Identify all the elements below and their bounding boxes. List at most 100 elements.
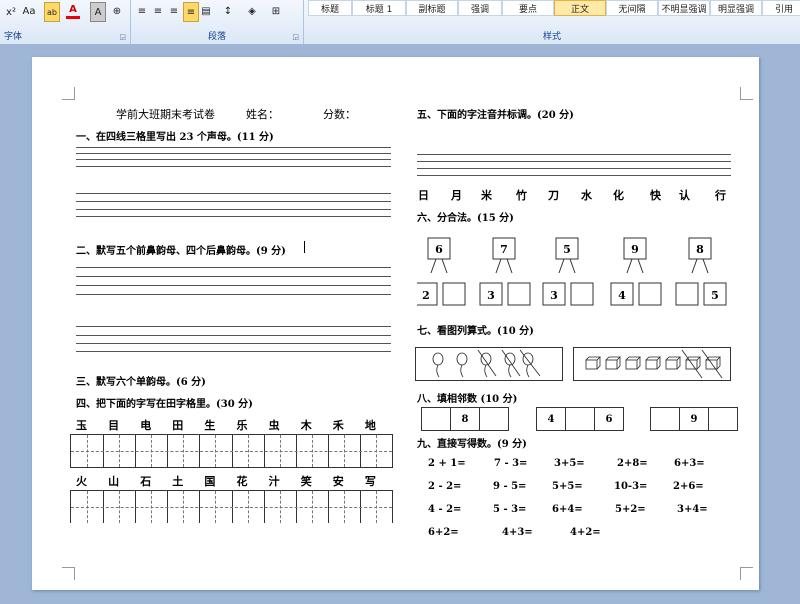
cubes-icon (585, 349, 723, 379)
style-8[interactable]: 明显强调 (710, 0, 762, 16)
style-5[interactable]: 正文 (554, 0, 606, 16)
part-number-left: 2 (422, 289, 430, 302)
decomposition-diagram: 6 2 7 3 5 3 9 4 8 5 (417, 237, 727, 306)
arithmetic-problem: 4+2= (570, 527, 601, 538)
part-box-right[interactable] (570, 282, 594, 306)
pinyin-char: 水 (581, 189, 592, 202)
neighbor-box[interactable]: 6 (594, 407, 624, 431)
neighbor-box[interactable]: 4 (536, 407, 566, 431)
four-line-grid[interactable] (417, 154, 731, 176)
tianzi-char: 安 (332, 475, 344, 488)
part-box-right[interactable] (638, 282, 662, 306)
arithmetic-problem: 3+5= (554, 458, 585, 469)
pinyin-char: 认 (679, 189, 690, 202)
whole-number: 8 (696, 243, 704, 256)
balloons-icon (432, 349, 541, 378)
font-dialog-launcher-icon[interactable]: ◲ (119, 33, 126, 41)
tianzi-char: 花 (236, 475, 248, 488)
arithmetic-problem: 5 - 3= (493, 504, 527, 515)
highlight-button[interactable]: ab (44, 2, 60, 22)
enclose-char-icon[interactable]: ⊕ (110, 2, 124, 20)
neighbor-box[interactable]: 8 (450, 407, 480, 431)
align-center-icon[interactable]: ≡ (151, 2, 165, 20)
style-3[interactable]: 强调 (458, 0, 502, 16)
shading-icon[interactable]: ◈ (243, 2, 261, 20)
style-0[interactable]: 标题 (308, 0, 352, 16)
neighbor-box[interactable] (421, 407, 451, 431)
branch-line (691, 258, 698, 274)
crop-mark (62, 87, 75, 100)
justify-icon[interactable]: ≡ (183, 2, 199, 22)
part-number-left: 4 (618, 289, 626, 302)
arithmetic-problem: 7 - 3= (494, 458, 528, 469)
style-1[interactable]: 标题 1 (352, 0, 406, 16)
tianzi-char: 木 (300, 419, 312, 432)
tianzi-char: 汁 (268, 475, 280, 488)
cube-shape (645, 356, 661, 370)
neighbor-box[interactable] (708, 407, 738, 431)
tianzi-char: 写 (364, 475, 376, 488)
style-4[interactable]: 要点 (502, 0, 554, 16)
pinyin-char: 化 (613, 189, 624, 202)
cube-shape (665, 356, 681, 370)
four-line-grid[interactable] (76, 147, 391, 167)
neighbor-box[interactable]: 9 (679, 407, 709, 431)
whole-number: 7 (500, 243, 508, 256)
branch-line (558, 258, 565, 274)
four-line-grid[interactable] (76, 193, 391, 217)
line-spacing-icon[interactable]: ↕ (219, 2, 237, 20)
neighbor-box[interactable] (565, 407, 595, 431)
branch-line (441, 258, 448, 274)
cube-shape (605, 356, 621, 370)
style-9[interactable]: 引用 (762, 0, 800, 16)
paragraph-dialog-launcher-icon[interactable]: ◲ (292, 33, 299, 41)
arithmetic-problem: 2 - 2= (428, 481, 462, 492)
tianzi-grid[interactable] (70, 434, 393, 468)
question-7: 七、看图列算式。(10 分) (417, 326, 534, 337)
font-color-button[interactable]: A (66, 2, 80, 19)
four-line-grid[interactable] (76, 326, 391, 352)
style-2[interactable]: 副标题 (406, 0, 458, 16)
tianzi-char: 石 (140, 475, 152, 488)
part-number-left: 3 (487, 289, 495, 302)
question-6: 六、分合法。(15 分) (417, 213, 514, 224)
part-box-right[interactable] (442, 282, 466, 306)
whole-number: 6 (435, 243, 443, 256)
paragraph-group-label: 段落 (207, 32, 226, 42)
arithmetic-problem: 6+2= (428, 527, 459, 538)
picture-box-balloons (415, 347, 563, 381)
align-left-icon[interactable]: ≡ (135, 2, 149, 20)
char-shading-button[interactable]: A (90, 2, 106, 22)
style-6[interactable]: 无间隔 (606, 0, 658, 16)
tianzi-char: 生 (204, 419, 216, 432)
arithmetic-problem: 5+2= (615, 504, 646, 515)
paragraph-group: ≡ ≡ ≡ ≡ ▤ ↕ ◈ ⊞ 段落 ◲ (131, 0, 304, 44)
tianzi-char: 地 (364, 419, 376, 432)
borders-icon[interactable]: ⊞ (267, 2, 285, 20)
part-box-right[interactable] (507, 282, 531, 306)
branch-line (637, 258, 644, 274)
arithmetic-problem: 6+4= (552, 504, 583, 515)
part-number-left: 3 (550, 289, 558, 302)
arithmetic-problem: 5+5= (552, 481, 583, 492)
styles-group-label: 样式 (542, 32, 561, 42)
change-case-button[interactable]: Aa (18, 2, 40, 20)
tianzi-grid[interactable] (70, 490, 393, 523)
exam-title: 学前大班期末考试卷 (116, 108, 215, 121)
arithmetic-problem: 2+8= (617, 458, 648, 469)
style-7[interactable]: 不明显强调 (658, 0, 710, 16)
document-page[interactable]: 学前大班期末考试卷 姓名： 分数： 一、在四线三格里写出 23 个声母。(11 … (32, 57, 759, 590)
branch-line (430, 258, 437, 274)
four-line-grid[interactable] (76, 267, 391, 295)
question-8: 八、填相邻数 (10 分) (417, 394, 518, 405)
tianzi-char: 虫 (268, 419, 280, 432)
arithmetic-problem: 4+3= (502, 527, 533, 538)
question-9: 九、直接写得数。(9 分) (417, 439, 527, 450)
font-group-label: 字体 (4, 32, 23, 42)
distributed-icon[interactable]: ▤ (199, 2, 213, 20)
neighbor-box[interactable] (650, 407, 680, 431)
arithmetic-problem: 2 + 1= (428, 458, 466, 469)
part-box-left[interactable] (675, 282, 699, 306)
neighbor-box[interactable] (479, 407, 509, 431)
align-right-icon[interactable]: ≡ (167, 2, 181, 20)
